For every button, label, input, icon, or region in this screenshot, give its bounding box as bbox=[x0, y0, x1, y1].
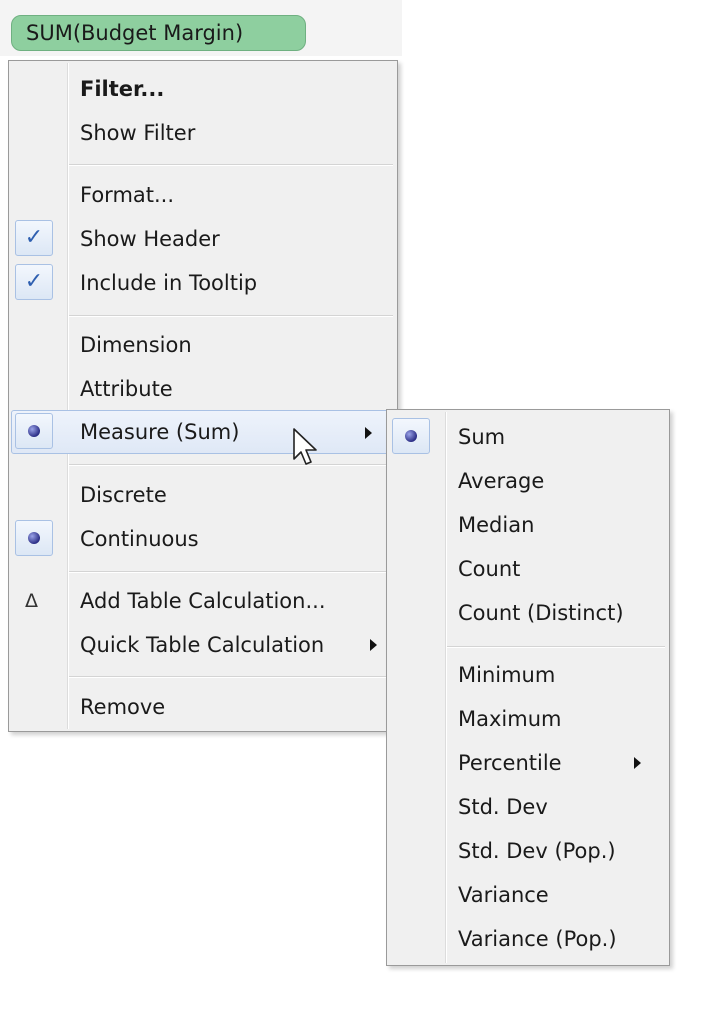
submenu-item-variance[interactable]: Variance bbox=[389, 873, 667, 917]
menu-item-label: Count bbox=[458, 557, 521, 581]
menu-item-label: Quick Table Calculation bbox=[80, 633, 325, 657]
radio-dot-icon bbox=[15, 520, 53, 556]
field-context-menu: Filter... Show Filter Format... ✓ Show H… bbox=[8, 60, 398, 732]
submenu-item-std-dev[interactable]: Std. Dev bbox=[389, 785, 667, 829]
menu-item-label: Measure (Sum) bbox=[80, 420, 240, 444]
menu-item-label: Continuous bbox=[80, 527, 199, 551]
menu-item-remove[interactable]: Remove bbox=[11, 685, 395, 729]
menu-item-dimension[interactable]: Dimension bbox=[11, 323, 395, 367]
measure-submenu: Sum Average Median Count Count (Distinct… bbox=[386, 409, 670, 966]
submenu-item-std-dev-pop[interactable]: Std. Dev (Pop.) bbox=[389, 829, 667, 873]
menu-item-label: Dimension bbox=[80, 333, 192, 357]
menu-item-attribute[interactable]: Attribute bbox=[11, 367, 395, 411]
menu-item-label: Format... bbox=[80, 183, 175, 207]
submenu-item-count[interactable]: Count bbox=[389, 547, 667, 591]
menu-item-measure[interactable]: Measure (Sum) bbox=[11, 410, 389, 454]
menu-item-label: Sum bbox=[458, 425, 506, 449]
menu-item-label: Discrete bbox=[80, 483, 167, 507]
checkmark-icon: ✓ bbox=[15, 264, 53, 300]
submenu-item-average[interactable]: Average bbox=[389, 459, 667, 503]
menu-item-filter[interactable]: Filter... bbox=[11, 67, 395, 111]
menu-item-show-header[interactable]: ✓ Show Header bbox=[11, 217, 395, 261]
menu-separator bbox=[69, 315, 393, 317]
mouse-pointer-icon bbox=[293, 428, 317, 465]
menu-item-label: Filter... bbox=[80, 77, 165, 101]
menu-item-label: Median bbox=[458, 513, 535, 537]
menu-item-label: Percentile bbox=[458, 751, 562, 775]
submenu-item-count-distinct[interactable]: Count (Distinct) bbox=[389, 591, 667, 635]
menu-item-format[interactable]: Format... bbox=[11, 173, 395, 217]
menu-item-discrete[interactable]: Discrete bbox=[11, 473, 395, 517]
menu-item-label: Attribute bbox=[80, 377, 173, 401]
submenu-item-minimum[interactable]: Minimum bbox=[389, 653, 667, 697]
menu-item-label: Variance (Pop.) bbox=[458, 927, 617, 951]
submenu-item-median[interactable]: Median bbox=[389, 503, 667, 547]
submenu-item-percentile[interactable]: Percentile bbox=[389, 741, 667, 785]
menu-item-label: Average bbox=[458, 469, 545, 493]
radio-dot-icon bbox=[392, 418, 430, 454]
submenu-arrow-icon bbox=[370, 639, 377, 651]
radio-dot-icon bbox=[15, 413, 53, 449]
menu-separator bbox=[69, 164, 393, 166]
menu-item-include-in-tooltip[interactable]: ✓ Include in Tooltip bbox=[11, 261, 395, 305]
menu-item-continuous[interactable]: Continuous bbox=[11, 517, 395, 561]
menu-item-label: Count (Distinct) bbox=[458, 601, 624, 625]
menu-separator bbox=[69, 464, 393, 466]
menu-item-show-filter[interactable]: Show Filter bbox=[11, 111, 395, 155]
menu-item-label: Variance bbox=[458, 883, 549, 907]
field-pill[interactable]: SUM(Budget Margin) bbox=[11, 15, 306, 51]
delta-icon: Δ bbox=[25, 590, 38, 612]
menu-item-label: Show Header bbox=[80, 227, 220, 251]
menu-item-label: Maximum bbox=[458, 707, 562, 731]
submenu-arrow-icon bbox=[634, 757, 641, 769]
menu-item-label: Std. Dev bbox=[458, 795, 548, 819]
menu-item-label: Add Table Calculation... bbox=[80, 589, 326, 613]
menu-separator bbox=[69, 676, 393, 678]
menu-item-label: Minimum bbox=[458, 663, 556, 687]
menu-item-add-table-calculation[interactable]: Δ Add Table Calculation... bbox=[11, 579, 395, 623]
menu-item-label: Std. Dev (Pop.) bbox=[458, 839, 616, 863]
menu-item-quick-table-calculation[interactable]: Quick Table Calculation bbox=[11, 623, 395, 667]
menu-separator bbox=[69, 571, 393, 573]
submenu-item-maximum[interactable]: Maximum bbox=[389, 697, 667, 741]
menu-item-label: Include in Tooltip bbox=[80, 271, 258, 295]
submenu-item-variance-pop[interactable]: Variance (Pop.) bbox=[389, 917, 667, 961]
checkmark-icon: ✓ bbox=[15, 220, 53, 256]
submenu-arrow-icon bbox=[365, 427, 372, 439]
menu-item-label: Remove bbox=[80, 695, 166, 719]
menu-separator bbox=[447, 646, 665, 648]
menu-item-label: Show Filter bbox=[80, 121, 196, 145]
submenu-item-sum[interactable]: Sum bbox=[389, 415, 667, 459]
